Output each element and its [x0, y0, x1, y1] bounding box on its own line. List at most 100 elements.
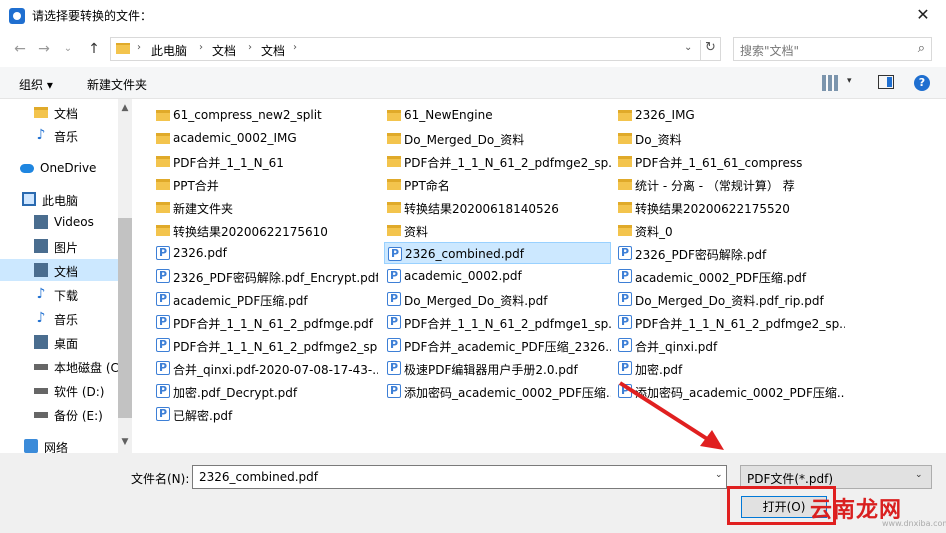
forward-arrow-icon[interactable]: → [34, 39, 54, 59]
folder-item[interactable]: 新建文件夹 [153, 196, 378, 218]
scroll-down-icon[interactable]: ▼ [118, 437, 132, 447]
file-item[interactable]: P PDF合并_1_1_N_61_2_pdfmge1_sp... [384, 311, 611, 333]
sidebar-item-label: 音乐 [54, 130, 79, 144]
file-item[interactable]: P 加密.pdf_Decrypt.pdf [153, 380, 378, 402]
folder-item[interactable]: academic_0002_IMG [153, 127, 378, 149]
folder-icon [387, 202, 401, 213]
dialog-footer: 文件名(N): ⌄ PDF文件(*.pdf) ⌄ 打开(O) [0, 453, 946, 533]
pdf-file-icon: P [387, 338, 401, 352]
pdf-file-icon: P [618, 338, 632, 352]
sidebar-item[interactable]: OneDrive [0, 157, 118, 179]
sidebar-item[interactable]: 文档 [0, 101, 118, 123]
view-grid-icon[interactable] [822, 75, 838, 91]
folder-item[interactable]: 2326_IMG [615, 104, 845, 126]
file-item[interactable]: P Do_Merged_Do_资料.pdf [384, 288, 611, 310]
file-name: 2326_IMG [635, 108, 695, 122]
pdf-file-icon: P [618, 384, 632, 398]
folder-item[interactable]: 转换结果20200618140526 [384, 196, 611, 218]
file-item[interactable]: Pacademic_PDF压缩.pdf [153, 288, 378, 310]
folder-item[interactable]: 资料_0 [615, 219, 845, 241]
file-item[interactable]: Pacademic_0002.pdf [384, 265, 611, 287]
folder-item[interactable]: 转换结果20200622175520 [615, 196, 845, 218]
organize-button[interactable]: 组织 ▾ [19, 76, 53, 93]
file-item[interactable]: P 合并_qinxi.pdf [615, 334, 845, 356]
sidebar-item[interactable]: Videos [0, 211, 118, 233]
file-item[interactable]: P 合并_qinxi.pdf-2020-07-08-17-43-... [153, 357, 378, 379]
recent-locations-chevron-icon[interactable]: ⌄ [58, 39, 78, 59]
file-name: PDF合并_1_1_N_61_2_pdfmge.pdf [173, 317, 373, 331]
folder-item[interactable]: Do_资料 [615, 127, 845, 149]
folder-item[interactable]: PPT命名 [384, 173, 611, 195]
folder-item[interactable]: 资料 [384, 219, 611, 241]
sidebar-item[interactable]: 此电脑 [0, 188, 118, 210]
search-box[interactable]: 搜索"文档" ⌕ [733, 37, 932, 61]
new-folder-button[interactable]: 新建文件夹 [87, 76, 147, 93]
folder-icon [387, 179, 401, 190]
address-dropdown-chevron-icon[interactable]: ⌄ [684, 42, 692, 53]
folder-item[interactable]: 转换结果20200622175610 [153, 219, 378, 241]
sidebar-item[interactable]: 软件 (D:) [0, 379, 118, 401]
pdf-file-icon: P [387, 384, 401, 398]
file-item[interactable]: P 2326.pdf [153, 242, 378, 264]
file-name: 转换结果20200622175520 [635, 202, 790, 216]
pdf-file-icon: P [156, 361, 170, 375]
file-item[interactable]: P PDF合并_1_1_N_61_2_pdfmge2_sp... [615, 311, 845, 333]
search-icon: ⌕ [917, 41, 925, 56]
folder-item[interactable]: Do_Merged_Do_资料 [384, 127, 611, 149]
address-row: ← → ⌄ ↑ › 此电脑 › 文档 › 文档 › ⌄ ↻ 搜索"文档" ⌕ [0, 31, 946, 67]
sidebar-item[interactable]: 桌面 [0, 331, 118, 353]
file-item[interactable]: Pacademic_0002_PDF压缩.pdf [615, 265, 845, 287]
sidebar-item[interactable]: 图片 [0, 235, 118, 257]
folder-item[interactable]: 61_compress_new2_split [153, 104, 378, 126]
back-arrow-icon[interactable]: ← [10, 39, 30, 59]
file-item[interactable]: P 2326_combined.pdf [384, 242, 611, 264]
address-bar[interactable]: › 此电脑 › 文档 › 文档 › ⌄ ↻ [110, 37, 721, 61]
sidebar-item[interactable]: ♪ 下载 [0, 283, 118, 305]
sidebar-item-label: 此电脑 [42, 194, 79, 208]
breadcrumb-separator-icon: › [293, 42, 297, 53]
folder-item[interactable]: 61_NewEngine [384, 104, 611, 126]
pdf-file-icon: P [618, 246, 632, 260]
file-item[interactable]: P PDF合并_1_1_N_61_2_pdfmge.pdf [153, 311, 378, 333]
sidebar-item[interactable]: ♪ 音乐 [0, 124, 118, 146]
sidebar-item-label: 音乐 [54, 313, 79, 327]
close-button[interactable]: ✕ [900, 0, 946, 31]
file-item[interactable]: P 添加密码_academic_0002_PDF压缩... [615, 380, 845, 402]
sidebar-item-label: 下载 [54, 289, 79, 303]
file-item[interactable]: P 添加密码_academic_0002_PDF压缩... [384, 380, 611, 402]
sidebar-scroll-thumb[interactable] [118, 218, 132, 418]
folder-item[interactable]: PDF合并_1_1_N_61 [153, 150, 378, 172]
filetype-dropdown-chevron-icon[interactable]: ⌄ [915, 470, 923, 480]
file-item[interactable]: P Do_Merged_Do_资料.pdf_rip.pdf [615, 288, 845, 310]
sidebar-item[interactable]: 备份 (E:) [0, 403, 118, 425]
file-item[interactable]: P PDF合并_1_1_N_61_2_pdfmge2_sp... [153, 334, 378, 356]
folder-item[interactable]: PPT合并 [153, 173, 378, 195]
file-item[interactable]: P 2326_PDF密码解除.pdf_Encrypt.pdf [153, 265, 378, 287]
pdf-file-icon: P [388, 247, 402, 261]
sidebar-item[interactable]: 本地磁盘 (C [0, 355, 119, 377]
sidebar-item[interactable]: ♪ 音乐 [0, 307, 118, 329]
title-bar: 请选择要转换的文件： ✕ [0, 0, 946, 31]
sidebar-item[interactable]: 文档 [0, 259, 118, 281]
view-dropdown-chevron-icon[interactable]: ▾ [847, 76, 852, 86]
breadcrumb-documents-sub[interactable]: 文档 [261, 42, 285, 59]
file-name: PPT命名 [404, 179, 450, 193]
folder-item[interactable]: PDF合并_1_61_61_compress [615, 150, 845, 172]
filename-input[interactable] [192, 465, 727, 489]
up-arrow-icon[interactable]: ↑ [84, 39, 104, 59]
file-item[interactable]: P 已解密.pdf [153, 403, 378, 425]
scroll-up-icon[interactable]: ▲ [118, 103, 132, 113]
file-item[interactable]: P 极速PDF编辑器用户手册2.0.pdf [384, 357, 611, 379]
refresh-icon[interactable]: ↻ [700, 40, 720, 60]
file-item[interactable]: P 加密.pdf [615, 357, 845, 379]
file-item[interactable]: P PDF合并_academic_PDF压缩_2326... [384, 334, 611, 356]
file-item[interactable]: P 2326_PDF密码解除.pdf [615, 242, 845, 264]
help-icon[interactable]: ? [914, 75, 930, 91]
breadcrumb-documents[interactable]: 文档 [212, 42, 236, 59]
filename-dropdown-chevron-icon[interactable]: ⌄ [715, 470, 723, 480]
folder-item[interactable]: PDF合并_1_1_N_61_2_pdfmge2_sp... [384, 150, 611, 172]
folder-item[interactable]: 统计 - 分离 - （常规计算） 荐 [615, 173, 845, 195]
folder-icon [387, 225, 401, 236]
breadcrumb-this-pc[interactable]: 此电脑 [151, 42, 187, 59]
preview-pane-icon[interactable] [878, 75, 894, 89]
